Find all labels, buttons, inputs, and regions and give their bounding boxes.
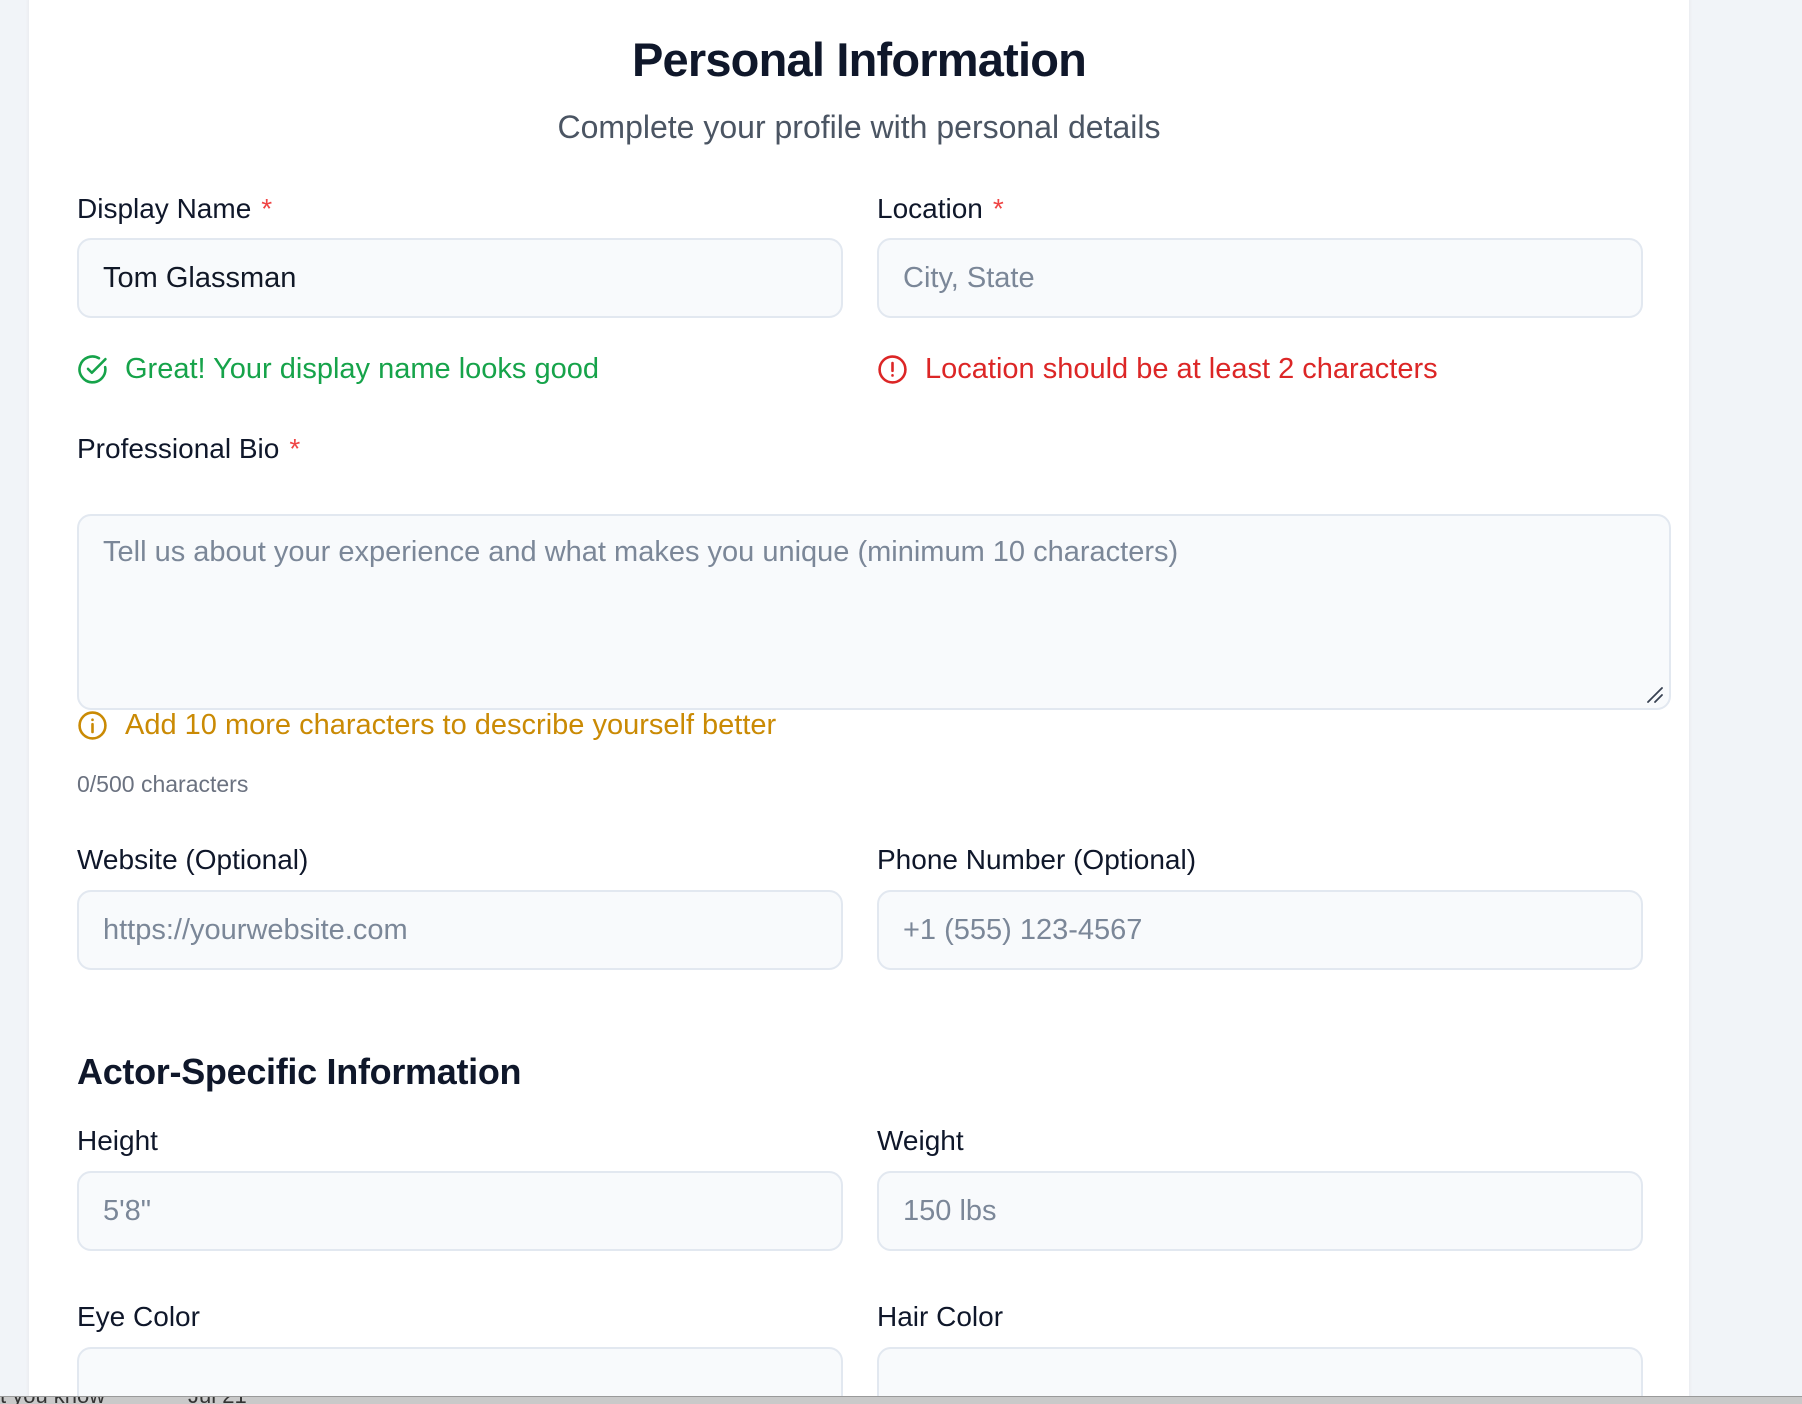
- bio-character-counter: 0/500 characters: [77, 771, 249, 797]
- display-name-input[interactable]: [77, 238, 843, 318]
- bio-textarea[interactable]: [77, 514, 1671, 710]
- page-subtitle: Complete your profile with personal deta…: [557, 109, 1161, 145]
- display-name-label-text: Display Name: [77, 193, 252, 224]
- page-title: Personal Information: [631, 33, 1087, 86]
- bio-label-text: Professional Bio: [77, 433, 280, 464]
- phone-input[interactable]: [877, 890, 1643, 970]
- required-asterisk: *: [992, 193, 1004, 224]
- location-label-text: Location: [877, 193, 983, 224]
- weight-input[interactable]: [877, 1171, 1643, 1251]
- location-input[interactable]: [877, 238, 1643, 318]
- website-label: Website (Optional): [77, 844, 309, 875]
- display-name-success-text: Great! Your display name looks good: [125, 353, 599, 385]
- location-label: Location *: [877, 193, 1004, 225]
- bio-hint-text: Add 10 more characters to describe yours…: [125, 709, 777, 741]
- taskbar-text: t you know: [0, 1397, 105, 1404]
- eye-color-label: Eye Color: [77, 1301, 200, 1332]
- info-circle-icon: [77, 710, 108, 741]
- bio-hint-message: Add 10 more characters to describe yours…: [77, 709, 776, 742]
- taskbar-date: Jul 21: [188, 1397, 247, 1404]
- hair-color-label: Hair Color: [877, 1301, 1004, 1332]
- display-name-success-message: Great! Your display name looks good: [77, 353, 599, 386]
- display-name-label: Display Name *: [77, 193, 272, 225]
- weight-label: Weight: [877, 1125, 964, 1156]
- location-error-text: Location should be at least 2 characters: [925, 353, 1438, 385]
- alert-circle-icon: [877, 354, 908, 385]
- height-input[interactable]: [77, 1171, 843, 1251]
- required-asterisk: *: [289, 433, 301, 464]
- check-circle-icon: [77, 354, 108, 385]
- height-label: Height: [77, 1125, 158, 1156]
- actor-section-title: Actor-Specific Information: [77, 1051, 522, 1092]
- website-input[interactable]: [77, 890, 843, 970]
- location-error-message: Location should be at least 2 characters: [877, 353, 1438, 386]
- resize-grip-icon[interactable]: [1646, 686, 1664, 704]
- taskbar: t you know Jul 21: [0, 1396, 1802, 1404]
- required-asterisk: *: [261, 193, 273, 224]
- phone-label: Phone Number (Optional): [877, 844, 1197, 875]
- bio-label: Professional Bio *: [77, 433, 300, 465]
- profile-form-card: Personal Information Complete your profi…: [29, 0, 1689, 1404]
